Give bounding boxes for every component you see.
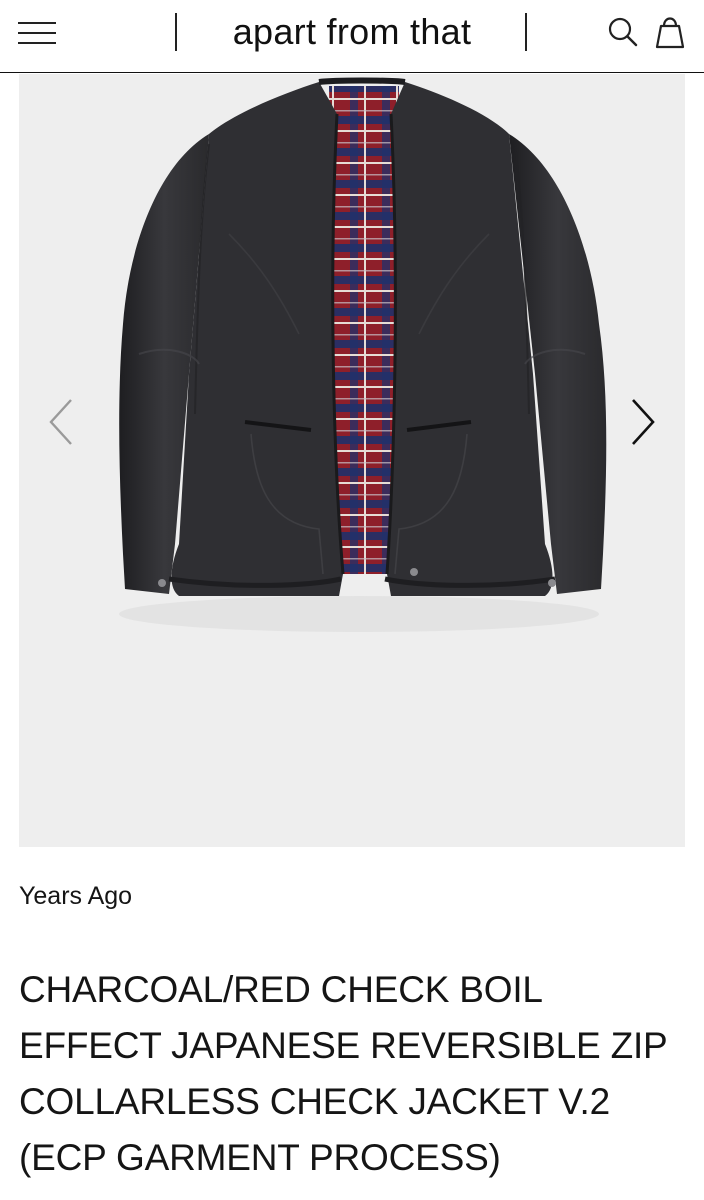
product-brand-label[interactable]: Years Ago (19, 882, 132, 911)
product-image (119, 77, 607, 632)
chevron-right-icon[interactable] (621, 394, 661, 450)
shopping-bag-icon[interactable] (653, 14, 687, 50)
product-title: CHARCOAL/RED CHECK BOIL EFFECT JAPANESE … (19, 969, 667, 1178)
site-header: apart from that (0, 0, 704, 73)
brand-logo[interactable]: apart from that (186, 12, 518, 52)
hamburger-menu-icon[interactable] (18, 20, 58, 48)
header-divider-right (525, 13, 527, 51)
product-image-gallery[interactable] (19, 74, 685, 847)
chevron-left-icon[interactable] (43, 394, 83, 450)
header-divider-left (175, 13, 177, 51)
search-icon[interactable] (606, 14, 640, 50)
